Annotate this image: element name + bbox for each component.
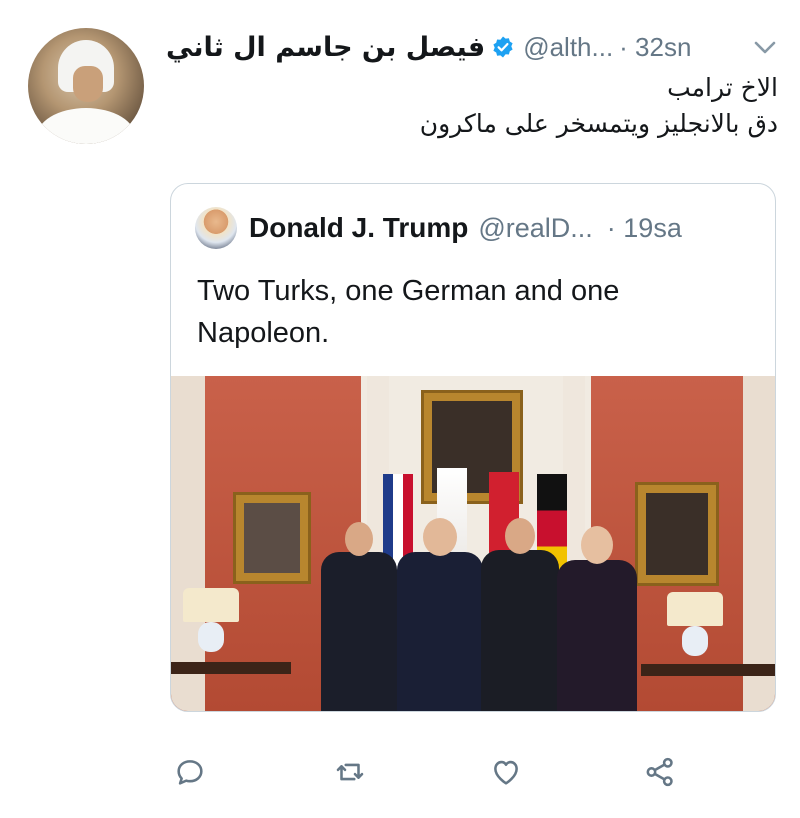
chevron-down-icon[interactable] [752, 36, 778, 58]
quoted-tweet-card[interactable]: Donald J. Trump @realD... · 19sa Two Tur… [170, 183, 776, 712]
photo-person [397, 518, 483, 711]
quoted-tweet-text: Two Turks, one German and one Napoleon. [197, 275, 620, 349]
quoted-author-handle[interactable]: @realD... [478, 213, 592, 244]
author-handle[interactable]: @alth... [523, 32, 613, 63]
quoted-tweet-header: Donald J. Trump @realD... · 19sa [195, 206, 755, 250]
retweet-icon[interactable] [330, 752, 370, 792]
heart-icon[interactable] [486, 752, 526, 792]
avatar-robe-shape [36, 108, 136, 144]
photo-person [481, 518, 559, 711]
tweet-text: الاخ ترامب دق بالانجليز ويتمسخر على ماكر… [166, 70, 778, 142]
photo-person [557, 526, 637, 711]
photo-pillar [171, 376, 205, 711]
photo-lamp [198, 622, 224, 652]
quoted-author-avatar[interactable] [195, 207, 237, 249]
photo-portrait-frame [233, 492, 311, 584]
photo-lamp [667, 592, 723, 626]
profile-avatar[interactable] [28, 28, 144, 144]
tweet-timestamp[interactable]: · 32sn [619, 32, 691, 63]
photo-portrait-frame [635, 482, 719, 586]
tweet-text-line: الاخ ترامب [667, 73, 778, 102]
quoted-author-name[interactable]: Donald J. Trump [249, 212, 468, 244]
photo-person [321, 522, 397, 711]
quoted-tweet-timestamp[interactable]: · 19sa [607, 213, 682, 244]
reply-icon[interactable] [170, 752, 210, 792]
tweet-header: فيصل بن جاسم ال ثاني @alth... · 32sn [166, 30, 778, 64]
tweet-text-line: دق بالانجليز ويتمسخر على ماكرون [419, 109, 778, 138]
photo-table [641, 664, 775, 676]
quoted-tweet-photo[interactable] [171, 376, 775, 711]
verified-badge-icon [491, 35, 515, 59]
photo-lamp [183, 588, 239, 622]
share-icon[interactable] [640, 752, 680, 792]
photo-pillar [743, 376, 775, 711]
photo-table [171, 662, 291, 674]
photo-lamp [682, 626, 708, 656]
tweet-actions-bar [170, 752, 690, 792]
author-name[interactable]: فيصل بن جاسم ال ثاني [166, 32, 485, 63]
avatar-face-shape [73, 66, 103, 102]
